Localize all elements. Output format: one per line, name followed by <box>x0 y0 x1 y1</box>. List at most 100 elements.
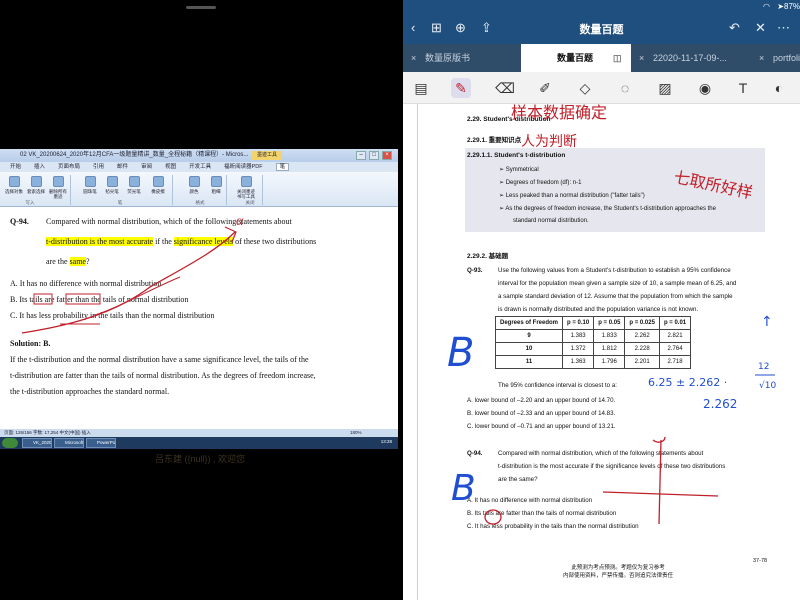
drag-handle[interactable] <box>186 6 216 9</box>
ribbon-icon <box>84 176 96 187</box>
shapes-icon[interactable]: ◇ <box>575 78 595 98</box>
table-header-row: Degrees of Freedom p = 0.10 p = 0.05 p = 0.… <box>494 316 692 330</box>
eraser-icon[interactable]: ⌫ <box>495 78 515 98</box>
q94-number-right: Q-94. <box>467 450 483 457</box>
ribbon-button[interactable]: 粗细 <box>206 176 226 194</box>
ink-small-mark: ↑ <box>761 314 773 330</box>
table-row: 10 1.372 1.812 2.228 2.764 <box>494 342 692 356</box>
tab-1[interactable]: × 数量原版书 <box>403 44 521 72</box>
word-document: Q-94. Compared with normal distribution,… <box>0 207 398 429</box>
menu-tab[interactable]: 福昕阅读器PDF <box>224 164 263 170</box>
split-view-icon[interactable]: ◫ <box>613 44 622 72</box>
word-title-bar: 02 VK_20200624_2020年12月CFA一级题量精讲_数量_全程秘籍… <box>0 149 398 162</box>
tab-2-active[interactable]: 数量百题 ◫ <box>521 44 631 72</box>
close-icon[interactable]: × <box>382 151 392 160</box>
tab-close-icon[interactable]: × <box>759 44 764 72</box>
menu-tab[interactable]: 审阅 <box>141 164 152 170</box>
ribbon-button[interactable]: 圆珠笔 <box>80 176 100 194</box>
viewer-caption: 吕东建 ({null}) , 欢迎您 <box>154 454 246 464</box>
taskbar: 13:28 VK_20200624...Microsoft Power...Po… <box>0 437 398 449</box>
word-status-bar: 页面: 126/156 字数: 17,254 中文(中国) 插入 180% <box>0 429 398 437</box>
ink-hw-221: 2.262 <box>703 397 737 411</box>
word-window: 02 VK_20200624_2020年12月CFA一级题量精讲_数量_全程秘籍… <box>0 149 398 449</box>
menu-tab[interactable]: 插入 <box>34 164 45 170</box>
camera-icon[interactable]: ◉ <box>695 78 715 98</box>
table-cell: 2.821 <box>658 329 692 343</box>
image-icon[interactable]: ▨ <box>655 78 675 98</box>
taskbar-item[interactable]: VK_20200624... <box>22 438 52 448</box>
highlight-same: same <box>69 257 86 266</box>
menu-tab[interactable]: 引用 <box>93 164 104 170</box>
ribbon-button[interactable]: 荧光笔 <box>124 176 144 194</box>
q94-option: C. It has less probability in the tails … <box>467 523 639 530</box>
ribbon-icon <box>128 176 140 187</box>
tab-close-icon[interactable]: × <box>639 44 644 72</box>
bullet-arrow-icon: ➢ <box>499 193 506 199</box>
menu-tab[interactable]: 视图 <box>165 164 176 170</box>
undo-icon[interactable]: ↶ <box>729 20 740 36</box>
q93-option: A. lower bound of –2.20 and an upper bou… <box>467 397 616 404</box>
highlight-t-dist: t-distribution is the most accurate <box>46 237 154 246</box>
ribbon-group-label: 写入 <box>25 200 35 205</box>
q94-number: Q-94. <box>10 217 29 226</box>
menu-tab[interactable]: 开发工具 <box>189 164 211 170</box>
bullet-text: standard normal distribution. <box>513 218 589 224</box>
ribbon-separator <box>70 175 71 205</box>
ribbon-button[interactable]: 关闭墨迹书写工具 <box>236 176 256 199</box>
maximize-icon[interactable]: □ <box>369 151 379 160</box>
minimize-icon[interactable]: – <box>356 151 366 160</box>
q93-line: is drawn is normally distributed and the… <box>498 306 699 313</box>
taskbar-item[interactable]: PowerPoint 幻灯... <box>86 438 116 448</box>
word-ribbon: 选择对象 套索选择 删除所有墨迹 圆珠笔 毡尖笔 荧光笔 橡皮擦 颜色 粗细 关闭墨迹书写工具写入… <box>0 172 398 207</box>
q93-option: B. lower bound of –2.33 and an upper bou… <box>467 410 616 417</box>
ribbon-button[interactable]: 删除所有墨迹 <box>48 176 68 199</box>
ribbon-button[interactable]: 颜色 <box>184 176 204 194</box>
q93-line: interval for the population mean given a… <box>498 280 737 287</box>
solution-line3: the t-distribution approaches the standa… <box>10 387 170 396</box>
read-mode-icon[interactable]: ▤ <box>411 78 431 98</box>
lasso-icon[interactable]: ◌ <box>615 78 635 98</box>
table-cell: 1.383 <box>562 329 595 343</box>
tab-4[interactable]: × portfolio <box>751 44 800 72</box>
menu-tab[interactable]: 开始 <box>10 164 21 170</box>
tab-label: 数量百题 <box>557 53 594 63</box>
ribbon-button[interactable]: 选择对象 <box>4 176 24 194</box>
page-edge <box>417 104 418 600</box>
ribbon-group-label: 关闭 <box>245 200 255 205</box>
ink-frac-num: 12 <box>758 362 769 372</box>
table-cell: 2.764 <box>658 342 692 356</box>
status-text: 页面: 126/156 字数: 17,254 中文(中国) 插入 <box>4 430 91 435</box>
taskbar-item[interactable]: Microsoft Power... <box>54 438 84 448</box>
start-button[interactable] <box>2 438 18 448</box>
ribbon-separator <box>172 175 173 205</box>
table-row: 11 1.363 1.796 2.201 2.718 <box>494 355 692 369</box>
bullet-item: ➢ Symmetrical <box>499 166 539 173</box>
q94-option: B. Its tails are fatter than the tails o… <box>467 510 617 517</box>
highlighter-icon[interactable]: ✐ <box>535 78 555 98</box>
menu-tab[interactable]: 邮件 <box>117 164 128 170</box>
text-box-icon[interactable]: T <box>733 78 753 98</box>
bullet-text: Less peaked than a normal distribution (… <box>505 193 645 199</box>
color-palette-icon[interactable]: ◐ <box>769 78 789 98</box>
option-c: C. It has less probability in the tails … <box>10 311 215 320</box>
q94-qmark: ? <box>85 257 90 266</box>
tab-close-icon[interactable]: × <box>411 44 416 72</box>
table-cell: 1.796 <box>593 355 626 369</box>
document-title: 数量百题 <box>579 24 624 36</box>
tab-label: 22020-11-17-09-... <box>653 53 727 63</box>
ribbon-icon <box>188 176 200 187</box>
pen-icon[interactable]: ✎ <box>451 78 471 98</box>
menu-tab[interactable]: 笔 <box>275 163 290 171</box>
zoom-level[interactable]: 180% <box>350 429 362 437</box>
more-icon[interactable]: ⋯ <box>777 20 790 36</box>
menu-tab[interactable]: 页面布局 <box>58 164 80 170</box>
ribbon-button[interactable]: 毡尖笔 <box>102 176 122 194</box>
tab-3[interactable]: × 22020-11-17-09-... <box>631 44 751 72</box>
context-tab-ink[interactable]: 墨迹工具 <box>252 151 282 160</box>
ribbon-icon <box>106 176 118 187</box>
close-document-icon[interactable]: ✕ <box>755 20 766 36</box>
ribbon-button[interactable]: 套索选择 <box>26 176 46 194</box>
ribbon-button[interactable]: 橡皮擦 <box>148 176 168 194</box>
ribbon-separator <box>262 175 263 205</box>
table-cell: 1.363 <box>562 355 595 369</box>
